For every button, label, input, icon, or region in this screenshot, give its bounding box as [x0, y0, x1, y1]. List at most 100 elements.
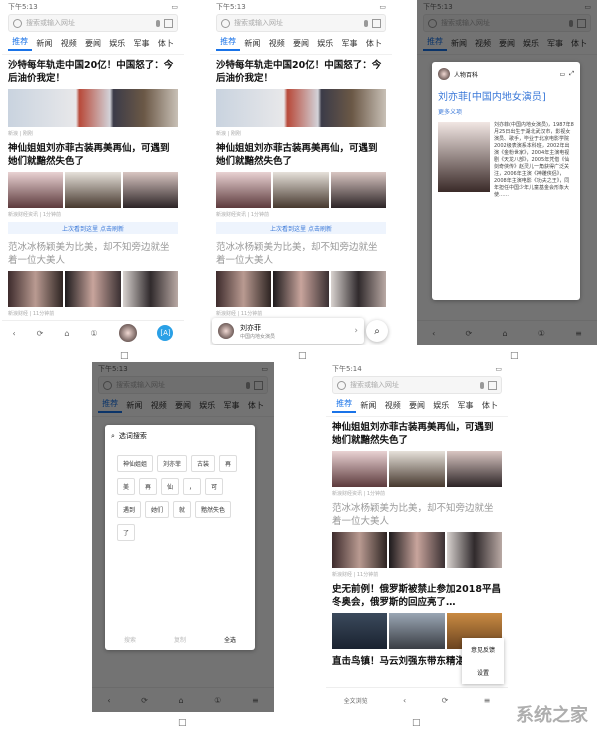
tab-sports[interactable]: 体卜	[154, 38, 178, 49]
tab-military[interactable]: 军事	[219, 400, 243, 411]
back-icon[interactable]: ‹	[12, 329, 15, 338]
menu-icon[interactable]: ≡	[484, 696, 491, 705]
word-chip[interactable]: 古装	[191, 455, 216, 472]
word-chip[interactable]: 再	[139, 478, 158, 495]
feedback-menu-item[interactable]: 意见反馈	[471, 645, 495, 654]
tab-sports[interactable]: 体卜	[362, 38, 386, 49]
home-icon[interactable]: ⌂	[64, 329, 69, 338]
tab-video[interactable]: 视频	[57, 38, 81, 49]
word-chip[interactable]: 了	[117, 524, 136, 541]
mic-icon[interactable]	[246, 381, 250, 389]
tab-entertainment[interactable]: 娱乐	[429, 400, 453, 411]
tab-top-news[interactable]: 要闻	[495, 38, 519, 49]
tabs-icon[interactable]	[164, 18, 173, 28]
mic-icon[interactable]	[480, 381, 484, 389]
refresh-icon[interactable]: ⟳	[442, 696, 449, 705]
tab-news[interactable]: 新闻	[32, 38, 56, 49]
tab-video[interactable]: 视频	[471, 38, 495, 49]
person-card[interactable]: 刘亦菲 中国内地女演员 ›	[212, 318, 364, 344]
tab-sports[interactable]: 体卜	[567, 38, 591, 49]
tab-recommend[interactable]: 推荐	[98, 398, 123, 413]
word-chip[interactable]: ，	[183, 478, 202, 495]
home-icon[interactable]: ⌂	[178, 696, 183, 705]
tab-entertainment[interactable]: 娱乐	[105, 38, 129, 49]
tab-count-icon[interactable]: ①	[214, 696, 221, 705]
avatar[interactable]	[118, 324, 137, 342]
tab-video[interactable]: 视频	[381, 400, 405, 411]
tab-news[interactable]: 新闻	[447, 38, 471, 49]
word-chip[interactable]: 美	[117, 478, 136, 495]
article-title[interactable]: 神仙姐姐刘亦菲古装再美再仙，可遇到她们就黯然失色了	[2, 138, 184, 170]
word-chip[interactable]: 再	[219, 455, 238, 472]
tab-entertainment[interactable]: 娱乐	[195, 400, 219, 411]
refresh-icon[interactable]: ⟳	[466, 329, 473, 338]
minimize-icon[interactable]: ▭	[560, 71, 566, 78]
search-circle-button[interactable]: ⌕	[366, 320, 388, 342]
tab-news[interactable]: 新闻	[240, 38, 264, 49]
search-bar[interactable]: 搜索或输入网址	[332, 376, 502, 394]
tab-video[interactable]: 视频	[265, 38, 289, 49]
article-title[interactable]: 范冰冰杨颖美为比美，却不知旁边就坐着一位大美人	[2, 237, 184, 269]
select-all-button[interactable]: 全选	[224, 635, 236, 644]
tab-top-news[interactable]: 要闻	[171, 400, 195, 411]
refresh-icon[interactable]: ⟳	[141, 696, 148, 705]
article-title[interactable]: 史无前例！俄罗斯被禁止参加2018平昌冬奥会，俄罗斯的回应亮了…	[326, 579, 508, 611]
fulltext-label[interactable]: 全文浏览	[344, 696, 368, 705]
tab-recommend[interactable]: 推荐	[332, 398, 357, 413]
tabs-icon[interactable]	[254, 380, 263, 390]
word-chip[interactable]: 就	[173, 501, 192, 518]
article-title[interactable]: 神仙姐姐刘亦菲古装再美再仙，可遇到她们就黯然失色了	[326, 417, 508, 449]
back-icon[interactable]: ‹	[107, 696, 110, 705]
tab-military[interactable]: 军事	[543, 38, 567, 49]
back-icon[interactable]: ‹	[403, 696, 406, 705]
article-title[interactable]: 沙特每年轨走中国20亿！中国怒了：今后油价我定！	[2, 55, 184, 87]
tab-news[interactable]: 新闻	[356, 400, 380, 411]
tab-recommend[interactable]: 推荐	[216, 36, 241, 51]
refresh-bar[interactable]: 上次看到这里 点击刷新	[8, 222, 178, 234]
refresh-bar[interactable]: 上次看到这里 点击刷新	[216, 222, 386, 234]
tab-entertainment[interactable]: 娱乐	[519, 38, 543, 49]
article-title[interactable]: 范冰冰杨颖美为比美，却不知旁边就坐着一位大美人	[326, 498, 508, 530]
tab-recommend[interactable]: 推荐	[8, 36, 33, 51]
expand-icon[interactable]: ⤢	[569, 70, 574, 78]
tabs-icon[interactable]	[577, 18, 586, 28]
search-bar[interactable]: 搜索或输入网址	[98, 376, 268, 394]
word-chip[interactable]: 刘亦菲	[157, 455, 188, 472]
search-bar[interactable]: 搜索或输入网址	[216, 14, 386, 32]
tab-top-news[interactable]: 要闻	[405, 400, 429, 411]
menu-icon[interactable]: ≡	[252, 696, 259, 705]
word-chip[interactable]: 仙	[161, 478, 180, 495]
word-chip[interactable]: 神仙姐姐	[117, 455, 154, 472]
back-icon[interactable]: ‹	[432, 329, 435, 338]
article-title[interactable]: 范冰冰杨颖美为比美，却不知旁边就坐着一位大美人	[210, 237, 392, 269]
tabs-icon[interactable]	[488, 380, 497, 390]
article-title[interactable]: 沙特每年轨走中国20亿！中国怒了：今后油价我定！	[210, 55, 392, 87]
tab-count-icon[interactable]: ①	[538, 329, 545, 338]
tab-recommend[interactable]: 推荐	[423, 36, 447, 51]
mic-icon[interactable]	[569, 19, 573, 27]
tab-military[interactable]: 军事	[337, 38, 361, 49]
search-button[interactable]: 搜索	[124, 635, 136, 644]
word-chip[interactable]: 可	[205, 478, 224, 495]
word-chip[interactable]: 遇到	[117, 501, 142, 518]
more-meanings-link[interactable]: 更多义项	[432, 105, 580, 118]
tab-sports[interactable]: 体卜	[244, 400, 268, 411]
tab-top-news[interactable]: 要闻	[81, 38, 105, 49]
word-chip[interactable]: 她们	[145, 501, 170, 518]
tab-military[interactable]: 军事	[453, 400, 477, 411]
tab-sports[interactable]: 体卜	[478, 400, 502, 411]
search-bar[interactable]: 搜索或输入网址	[423, 14, 591, 32]
mic-icon[interactable]	[156, 19, 160, 27]
copy-button[interactable]: 复制	[174, 635, 186, 644]
tab-military[interactable]: 军事	[129, 38, 153, 49]
word-chip[interactable]: 黯然失色	[195, 501, 232, 518]
ai-search-icon[interactable]: [A]	[157, 325, 174, 341]
tab-news[interactable]: 新闻	[122, 400, 146, 411]
settings-menu-item[interactable]: 设置	[477, 668, 489, 677]
home-icon[interactable]: ⌂	[502, 329, 507, 338]
tab-top-news[interactable]: 要闻	[289, 38, 313, 49]
menu-icon[interactable]: ≡	[575, 329, 582, 338]
tab-count-icon[interactable]: ①	[90, 329, 97, 338]
refresh-icon[interactable]: ⟳	[37, 329, 44, 338]
mic-icon[interactable]	[364, 19, 368, 27]
